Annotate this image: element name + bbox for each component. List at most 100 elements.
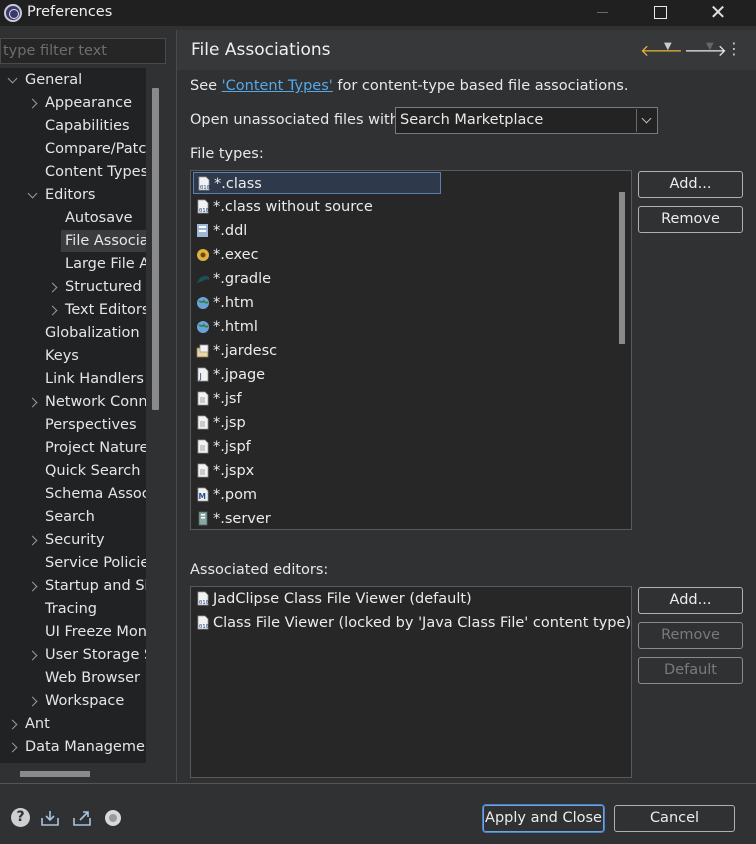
minimize-button[interactable] — [572, 0, 632, 26]
forward-history-dropdown-icon[interactable]: ▼ — [706, 41, 714, 52]
filter-input[interactable] — [0, 38, 166, 64]
tree-item[interactable]: Text Editors — [0, 299, 146, 321]
back-arrow-icon[interactable]: 🡐 — [640, 40, 683, 60]
tree-item[interactable]: Security — [0, 529, 146, 551]
tree-item[interactable]: Appearance — [0, 92, 146, 114]
tree-item[interactable]: Schema Associations — [0, 483, 146, 505]
tree-item-label: General — [25, 72, 83, 88]
chevron-right-icon[interactable] — [27, 98, 38, 109]
panel-divider[interactable] — [176, 30, 177, 782]
chevron-down-icon[interactable] — [7, 73, 18, 84]
hint-prefix: See — [190, 78, 222, 94]
add-editor-button[interactable]: Add... — [638, 587, 743, 614]
globe-icon-graphic — [197, 321, 209, 333]
tree-item[interactable]: User Storage Service — [0, 644, 146, 666]
back-history-dropdown-icon[interactable]: ▼ — [664, 41, 672, 52]
chevron-right-icon[interactable] — [27, 397, 38, 408]
close-button[interactable]: ✕ — [688, 0, 748, 26]
tree-item[interactable]: Structured Text Editors — [0, 276, 146, 298]
file-type-row[interactable]: *.exec — [193, 244, 259, 266]
chevron-right-icon[interactable] — [47, 282, 58, 293]
remove-editor-button[interactable]: Remove — [638, 622, 743, 649]
chevron-down-icon[interactable] — [27, 188, 38, 199]
chevron-right-icon[interactable] — [27, 581, 38, 592]
view-menu-icon[interactable]: ⋮ — [726, 39, 742, 58]
server-icon — [196, 511, 210, 526]
class-file-icon: 010 — [197, 176, 211, 191]
tree-horizontal-scrollbar[interactable] — [20, 771, 90, 777]
import-icon[interactable] — [40, 808, 60, 828]
chevron-right-icon[interactable] — [7, 742, 18, 753]
tree-item[interactable]: Project Natures — [0, 437, 146, 459]
tree-item[interactable]: Large File Associations — [0, 253, 146, 275]
export-icon[interactable] — [72, 808, 92, 828]
file-type-row[interactable]: M *.pom — [193, 484, 257, 506]
tree-item[interactable]: Tracing — [0, 598, 146, 620]
chevron-right-icon[interactable] — [27, 535, 38, 546]
tree-item[interactable]: General — [0, 69, 146, 91]
file-type-row[interactable]: 010 *.class — [193, 172, 441, 194]
file-type-row[interactable]: *.html — [193, 316, 258, 338]
remove-file-type-button[interactable]: Remove — [638, 206, 743, 233]
tree-item[interactable]: Content Types — [0, 161, 146, 183]
file-type-name: *.ddl — [213, 223, 248, 239]
file-type-row[interactable]: *.ddl — [193, 220, 247, 242]
editor-row[interactable]: 010 JadClipse Class File Viewer (default) — [193, 588, 472, 610]
tree-item[interactable]: Capabilities — [0, 115, 146, 137]
file-type-row[interactable]: 010 *.class without source — [193, 196, 373, 218]
file-type-row[interactable]: *.jsf — [193, 388, 242, 410]
file-type-row[interactable]: *.jardesc — [193, 340, 277, 362]
tree-item[interactable]: Workspace — [0, 690, 146, 712]
content-types-link[interactable]: 'Content Types' — [222, 78, 333, 94]
tree-item[interactable]: Editors — [0, 184, 146, 206]
editor-row[interactable]: 010 Class File Viewer (locked by 'Java Cl… — [193, 612, 631, 634]
tree-item[interactable]: Quick Search — [0, 460, 146, 482]
add-file-type-button[interactable]: Add... — [638, 171, 743, 198]
maximize-button[interactable] — [630, 0, 690, 26]
tree-item[interactable]: Link Handlers — [0, 368, 146, 390]
tree-item[interactable]: Service Policies — [0, 552, 146, 574]
chevron-right-icon[interactable] — [27, 696, 38, 707]
cancel-button[interactable]: Cancel — [614, 805, 735, 832]
associated-editors-list[interactable]: 010 JadClipse Class File Viewer (default)… — [190, 586, 632, 778]
tree-item[interactable]: Compare/Patch — [0, 138, 146, 160]
server-icon-graphic — [198, 511, 208, 526]
tree-item[interactable]: Web Browser — [0, 667, 146, 689]
file-type-row[interactable]: *.server — [193, 508, 271, 529]
tree-vertical-scrollbar[interactable] — [152, 88, 159, 410]
file-type-row[interactable]: *.jspx — [193, 460, 254, 482]
file-type-row[interactable]: *.jspf — [193, 436, 251, 458]
chevron-down-icon[interactable] — [636, 109, 657, 132]
file-type-row[interactable]: *.htm — [193, 292, 254, 314]
file-type-row[interactable]: J *.jpage — [193, 364, 265, 386]
file-types-list[interactable]: 010 *.class 010 *.class without source *.ddl… — [190, 170, 632, 530]
tree-item[interactable]: Keys — [0, 345, 146, 367]
default-editor-button[interactable]: Default — [638, 657, 743, 684]
file-type-row[interactable]: *.gradle — [193, 268, 271, 290]
globe-icon — [196, 295, 210, 310]
help-icon[interactable]: ? — [11, 808, 30, 827]
tree-item[interactable]: Startup and Shutdown — [0, 575, 146, 597]
tree-item[interactable]: Search — [0, 506, 146, 528]
tree-item-label: Tracing — [45, 601, 97, 617]
tree-item[interactable]: Globalization — [0, 322, 146, 344]
tree-item[interactable]: UI Freeze Monitoring — [0, 621, 146, 643]
open-unassociated-select[interactable]: Search Marketplace — [395, 107, 658, 134]
apply-and-close-button[interactable]: Apply and Close — [482, 804, 605, 833]
file-types-scrollbar[interactable] — [619, 192, 625, 344]
oomph-record-icon[interactable] — [105, 810, 121, 826]
file-type-row[interactable]: *.jsp — [193, 412, 246, 434]
globe-icon — [196, 319, 210, 334]
tree-item[interactable]: Autosave — [0, 207, 146, 229]
tree-item[interactable]: Perspectives — [0, 414, 146, 436]
tree-item[interactable]: Ant — [0, 713, 146, 735]
chevron-right-icon[interactable] — [47, 305, 58, 316]
tree-item[interactable]: File Associations — [0, 230, 146, 252]
chevron-right-icon[interactable] — [7, 719, 18, 730]
tree-item[interactable]: Data Management — [0, 736, 146, 758]
chevron-right-icon[interactable] — [27, 650, 38, 661]
text-file-icon — [196, 463, 210, 478]
preferences-tree[interactable]: General Appearance Capabilities Compare/Pat… — [0, 68, 146, 763]
tree-item[interactable]: Network Connections — [0, 391, 146, 413]
svg-text:010: 010 — [199, 600, 209, 606]
